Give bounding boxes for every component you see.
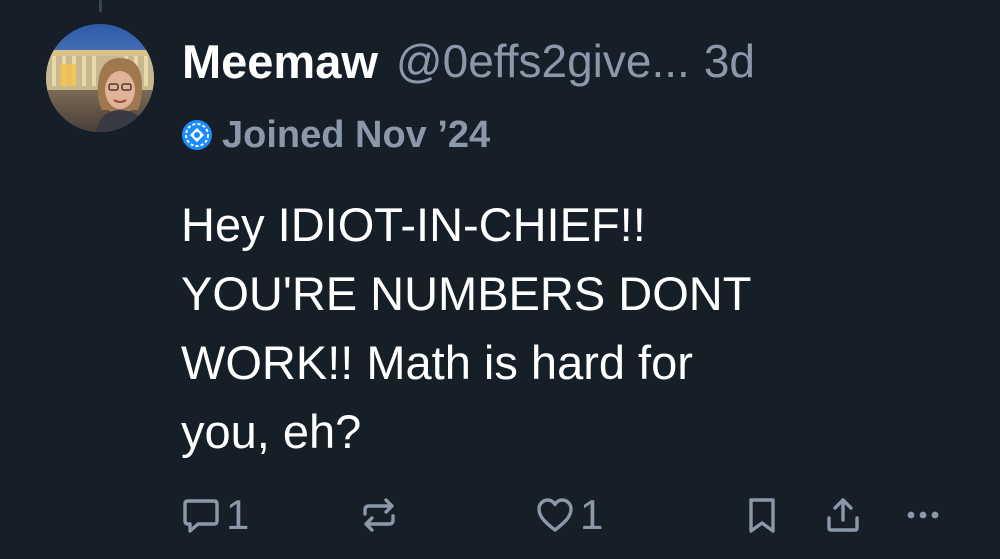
reply-button[interactable]: 1 — [180, 482, 249, 548]
repost-arrows-icon — [358, 494, 400, 536]
new-account-badge-icon — [180, 118, 214, 152]
author-handle[interactable]: @0effs2give... — [396, 34, 690, 88]
post-timestamp[interactable]: 3d — [704, 34, 755, 88]
heart-icon — [534, 494, 576, 536]
author-display-name[interactable]: Meemaw — [182, 34, 378, 89]
like-button[interactable]: 1 — [534, 482, 603, 548]
share-button[interactable] — [823, 482, 863, 548]
post-action-bar: 1 1 — [0, 482, 1000, 548]
joined-badge: Joined Nov ’24 — [180, 110, 490, 160]
like-count: 1 — [580, 491, 604, 538]
bookmark-icon — [744, 494, 780, 536]
reply-count: 1 — [226, 491, 250, 538]
avatar[interactable] — [46, 24, 154, 132]
post-body-text: Hey IDIOT-IN-CHIEF!! YOU'RE NUMBERS DONT… — [181, 198, 752, 458]
more-options-button[interactable] — [902, 482, 944, 548]
thread-connector-line — [99, 0, 102, 12]
post-header: Meemaw @0effs2give... 3d — [182, 28, 755, 94]
bookmark-button[interactable] — [744, 482, 780, 548]
speech-bubble-icon — [180, 494, 222, 536]
share-upload-icon — [823, 494, 863, 536]
ellipsis-icon — [902, 494, 944, 536]
repost-button[interactable] — [358, 482, 400, 548]
joined-date-label: Joined Nov ’24 — [222, 113, 491, 156]
